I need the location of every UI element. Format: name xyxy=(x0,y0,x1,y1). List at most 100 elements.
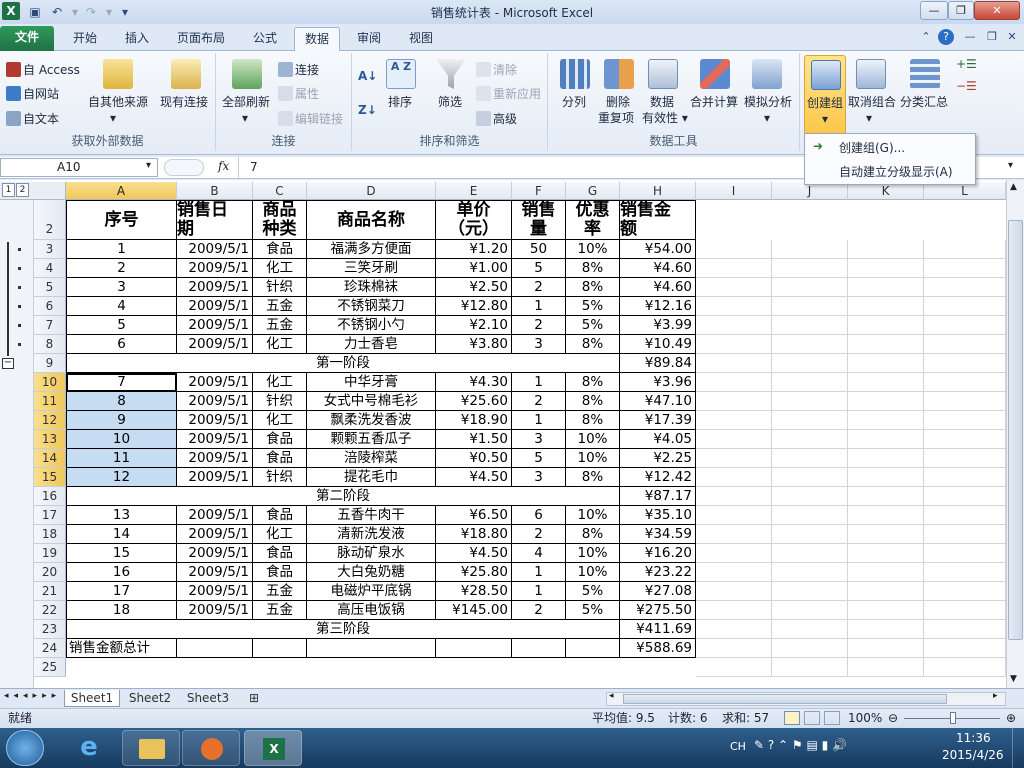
empty-cell[interactable] xyxy=(924,373,1006,392)
empty-cell[interactable] xyxy=(566,639,620,658)
data-cell[interactable]: 3 xyxy=(512,335,566,354)
data-cell[interactable]: 2009/5/1 xyxy=(177,240,253,259)
show-detail-icon[interactable]: +☰ xyxy=(956,57,977,72)
page-layout-view-icon[interactable] xyxy=(804,711,820,725)
empty-cell[interactable] xyxy=(924,278,1006,297)
data-validation-button[interactable]: 数据 xyxy=(650,95,674,110)
data-cell[interactable]: 3 xyxy=(512,468,566,487)
data-cell[interactable]: 五金 xyxy=(253,297,307,316)
empty-cell[interactable] xyxy=(512,639,566,658)
empty-cell[interactable] xyxy=(696,278,772,297)
data-cell[interactable]: ¥28.50 xyxy=(436,582,512,601)
what-if-dropdown-icon[interactable]: ▾ xyxy=(764,111,770,126)
empty-cell[interactable] xyxy=(772,316,848,335)
properties-button[interactable]: 属性 xyxy=(278,86,319,102)
empty-cell[interactable] xyxy=(848,658,924,677)
column-header-c[interactable]: C xyxy=(253,182,307,200)
data-cell[interactable]: ¥10.49 xyxy=(620,335,696,354)
column-header-a[interactable]: A xyxy=(66,182,177,200)
data-cell[interactable]: 化工 xyxy=(253,259,307,278)
data-cell[interactable]: ¥4.50 xyxy=(436,468,512,487)
start-button[interactable] xyxy=(6,730,44,766)
group-button[interactable]: 创建组 ▾ xyxy=(804,55,846,135)
data-cell[interactable]: 2009/5/1 xyxy=(177,563,253,582)
empty-cell[interactable] xyxy=(772,278,848,297)
row-header-19[interactable]: 19 xyxy=(34,544,66,563)
data-cell[interactable]: 提花毛巾 xyxy=(307,468,436,487)
data-cell[interactable]: 15 xyxy=(66,544,177,563)
empty-cell[interactable] xyxy=(924,506,1006,525)
empty-cell[interactable] xyxy=(924,639,1006,658)
empty-cell[interactable] xyxy=(848,487,924,506)
normal-view-icon[interactable] xyxy=(784,711,800,725)
data-cell[interactable]: 4 xyxy=(66,297,177,316)
header-cell[interactable]: 单价 （元） xyxy=(436,200,512,240)
empty-cell[interactable] xyxy=(848,582,924,601)
formula-expand-handle[interactable] xyxy=(164,159,204,176)
row-header-7[interactable]: 7 xyxy=(34,316,66,335)
data-cell[interactable]: 5 xyxy=(512,449,566,468)
empty-cell[interactable] xyxy=(696,259,772,278)
data-cell[interactable]: 2009/5/1 xyxy=(177,430,253,449)
data-cell[interactable]: 化工 xyxy=(253,335,307,354)
empty-cell[interactable] xyxy=(848,620,924,639)
row-header-5[interactable]: 5 xyxy=(34,278,66,297)
data-cell[interactable]: 不锈钢菜刀 xyxy=(307,297,436,316)
help-icon[interactable]: ? xyxy=(938,29,954,45)
data-cell[interactable]: 2 xyxy=(512,316,566,335)
data-cell[interactable]: 8 xyxy=(66,392,177,411)
data-cell[interactable]: 10% xyxy=(566,544,620,563)
empty-cell[interactable] xyxy=(924,335,1006,354)
data-cell[interactable]: 清新洗发液 xyxy=(307,525,436,544)
empty-cell[interactable] xyxy=(772,658,848,677)
data-cell[interactable]: ¥17.39 xyxy=(620,411,696,430)
empty-cell[interactable] xyxy=(848,601,924,620)
empty-cell[interactable] xyxy=(772,525,848,544)
data-cell[interactable]: 女式中号棉毛衫 xyxy=(307,392,436,411)
data-cell[interactable]: 4 xyxy=(512,544,566,563)
data-cell[interactable]: 不锈钢小勺 xyxy=(307,316,436,335)
data-cell[interactable]: 五金 xyxy=(253,316,307,335)
data-cell[interactable]: 2009/5/1 xyxy=(177,411,253,430)
row-header-22[interactable]: 22 xyxy=(34,601,66,620)
empty-cell[interactable] xyxy=(848,278,924,297)
empty-cell[interactable] xyxy=(696,449,772,468)
data-cell[interactable]: 3 xyxy=(66,278,177,297)
data-cell[interactable]: 11 xyxy=(66,449,177,468)
data-cell[interactable]: 电磁炉平底锅 xyxy=(307,582,436,601)
data-cell[interactable]: 8% xyxy=(566,392,620,411)
data-cell[interactable]: 10% xyxy=(566,449,620,468)
empty-cell[interactable] xyxy=(772,563,848,582)
data-cell[interactable]: 力士香皂 xyxy=(307,335,436,354)
sort-az-icon[interactable]: A↓ xyxy=(358,69,377,84)
fx-icon[interactable]: fx xyxy=(218,159,229,173)
data-cell[interactable]: 2009/5/1 xyxy=(177,278,253,297)
data-cell[interactable]: ¥25.80 xyxy=(436,563,512,582)
data-cell[interactable]: ¥23.22 xyxy=(620,563,696,582)
empty-cell[interactable] xyxy=(696,658,772,677)
edit-links-button[interactable]: 编辑链接 xyxy=(278,111,343,127)
data-cell[interactable]: 1 xyxy=(512,582,566,601)
data-cell[interactable]: 大白兔奶糖 xyxy=(307,563,436,582)
column-header-f[interactable]: F xyxy=(512,182,566,200)
data-cell[interactable]: 13 xyxy=(66,506,177,525)
empty-cell[interactable] xyxy=(848,297,924,316)
empty-cell[interactable] xyxy=(924,259,1006,278)
data-cell[interactable]: 7 xyxy=(66,373,177,392)
empty-cell[interactable] xyxy=(924,411,1006,430)
tab-formulas[interactable]: 公式 xyxy=(242,27,288,51)
tab-insert[interactable]: 插入 xyxy=(114,27,160,51)
grand-total-cell[interactable]: ¥588.69 xyxy=(620,639,696,658)
empty-cell[interactable] xyxy=(696,506,772,525)
data-cell[interactable]: 食品 xyxy=(253,506,307,525)
data-cell[interactable]: 6 xyxy=(66,335,177,354)
tab-home[interactable]: 开始 xyxy=(62,27,108,51)
worksheet-grid[interactable]: 1 2 − ABCDEFGHIJKL 2 序号 销售日期商品 种类 商品名称 单价 （元）销… xyxy=(0,180,1024,688)
empty-cell[interactable] xyxy=(924,430,1006,449)
row-header-4[interactable]: 4 xyxy=(34,259,66,278)
data-cell[interactable]: 化工 xyxy=(253,411,307,430)
doc-close-icon[interactable]: ✕ xyxy=(1004,29,1020,45)
other-sources-dropdown-icon[interactable]: ▾ xyxy=(110,111,116,126)
ie-icon[interactable]: e xyxy=(60,730,118,766)
clear-button[interactable]: 清除 xyxy=(476,62,517,78)
